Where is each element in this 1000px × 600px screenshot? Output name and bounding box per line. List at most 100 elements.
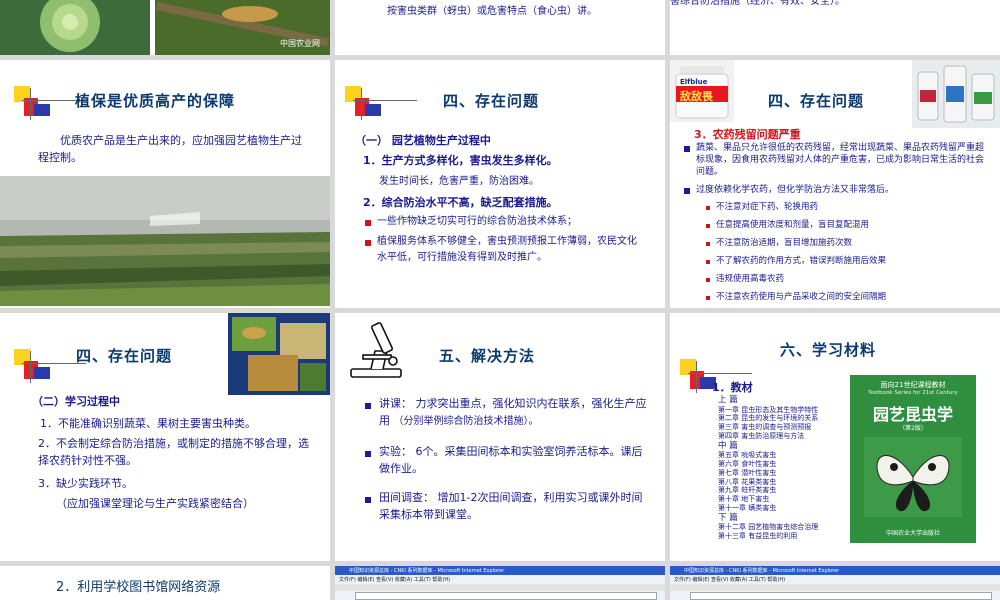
pesticide-heading: 3．农药残留问题严重: [694, 126, 801, 143]
browser-title: 中国知识资源总库 - CNKI 系列数据库 - Microsoft Intern…: [684, 567, 839, 574]
materials-subtitle: 1．教材: [712, 379, 753, 396]
slide-top-middle: 按害虫类群（蚜虫）或危害特点（食心虫）讲。: [335, 0, 665, 55]
slide-body: 优质农产品是生产出来的，应加强园艺植物生产过程控制。: [38, 132, 308, 166]
solution-2-text: 6个。采集田间标本和实验室饲养活标本。课后做作业。: [379, 445, 643, 475]
bullet-marker: [365, 451, 371, 457]
browser-screenshot-1[interactable]: 中国知识资源总库 - CNKI 系列数据库 - Microsoft Intern…: [335, 566, 665, 600]
chapter-8: 第八章 花果类害虫: [718, 478, 848, 487]
bullet-marker: [706, 278, 710, 282]
chapter-3: 第三章 害虫的调查与预测预报: [718, 423, 848, 432]
pesticide-sub-6: 不注意农药使用与产品采收之间的安全间隔期: [716, 292, 886, 303]
learning-item-2: 2．不会制定综合防治措施，或制定的措施不够合理，选择农药针对性不强。: [38, 435, 318, 469]
product-brand: Elfblue: [680, 78, 707, 86]
chapter-11: 第十一章 螨类害虫: [718, 504, 848, 513]
bullet-marker: [365, 497, 371, 503]
browser-toolbar: [670, 584, 1000, 591]
pesticide-sub-1: 不注意对症下药、轮换用药: [716, 202, 818, 213]
slide-problems-1[interactable]: 四、存在问题 （一） 园艺植物生产过程中 1．生产方式多样化，害虫发生多样化。 …: [335, 60, 665, 308]
solution-2: 实验： 6个。采集田间标本和实验室饲养活标本。课后做作业。: [379, 443, 649, 477]
microscope-icon: [341, 317, 413, 383]
chapter-6: 第六章 食叶性害虫: [718, 460, 848, 469]
part-2-name: 中 篇: [718, 441, 848, 452]
slide-title: 四、存在问题: [768, 90, 864, 111]
chapter-2: 第二章 昆虫的发生与环境的关系: [718, 414, 848, 423]
cabbage-photo: [0, 0, 150, 55]
slide-problems-pesticide[interactable]: Elfblue 敌敌畏 四、存在问题 3．农药残留问题严重 蔬菜、果品只允许很低…: [670, 60, 1000, 308]
bullet-marker: [706, 206, 710, 210]
slide-title: 植保是优质高产的保障: [75, 90, 235, 111]
field-photo: [0, 176, 330, 306]
bullet-marker: [706, 224, 710, 228]
part-1-name: 上 篇: [718, 395, 848, 406]
solution-1: 讲课： 力求突出重点，强化知识内在联系，强化生产应用 （分别举例综合防治技术措施…: [379, 395, 651, 430]
section-heading: （一） 园艺植物生产过程中: [355, 132, 491, 149]
bullet-marker: [706, 260, 710, 264]
deco-squares: [14, 86, 50, 122]
deco-squares: [14, 349, 50, 385]
bullet-marker: [365, 240, 371, 246]
top-middle-text: 按害虫类群（蚜虫）或危害特点（食心虫）讲。: [387, 4, 597, 20]
browser-address-bar[interactable]: [690, 592, 992, 600]
textbook-title: 园艺昆虫学: [850, 401, 976, 425]
bullet-marker: [684, 146, 690, 152]
learning-item-3: 3．缺少实践环节。: [38, 475, 133, 492]
browser-title: 中国知识资源总库 - CNKI 系列数据库 - Microsoft Intern…: [349, 567, 504, 574]
pesticide-paragraph-2: 过度依赖化学农药，但化学防治方法又非常落后。: [696, 184, 986, 196]
textbook-series-en: Textbook Series for 21st Century: [850, 390, 976, 396]
item-2-point-a: 一些作物缺乏切实可行的综合防治技术体系；: [377, 214, 647, 230]
product-label: 敌敌畏: [680, 88, 713, 104]
butterfly-image: [864, 437, 962, 517]
chapter-12: 第十二章 园艺植物害虫综合治理: [718, 523, 848, 532]
chapter-7: 第七章 潜叶性害虫: [718, 469, 848, 478]
bullet-marker: [365, 403, 371, 409]
solution-3-label: 田间调查：: [379, 491, 434, 504]
browser-address-bar[interactable]: [355, 592, 657, 600]
browser-toolbar: [335, 584, 665, 591]
watermark: 中国农业网: [280, 38, 320, 49]
bullet-marker: [684, 188, 690, 194]
browser-menubar: 文件(F) 编辑(E) 查看(V) 收藏(A) 工具(T) 帮助(H): [674, 576, 785, 583]
slide-solutions[interactable]: 五、解决方法 讲课： 力求突出重点，强化知识内在联系，强化生产应用 （分别举例综…: [335, 313, 665, 561]
learning-note: （应加强课堂理论与生产实践紧密结合）: [56, 495, 254, 512]
pesticide-sub-3: 不注意防治适期，盲目增加施药次数: [716, 238, 852, 249]
slide-study-materials[interactable]: 六、学习材料 1．教材 上 篇 第一章 昆虫形态及其生物学特性 第二章 昆虫的发…: [670, 313, 1000, 561]
bullet-marker: [365, 220, 371, 226]
item-1-detail: 发生时间长，危害严重，防治困难。: [379, 174, 539, 190]
pesticide-paragraph-1: 蔬菜、果品只允许很低的农药残留，经常出现蔬菜、果品农药残留严重超标现象，因食用农…: [696, 142, 986, 178]
top-right-text: 害综合防治措施（经济、有效、安全）。: [670, 0, 845, 10]
pesticide-sub-4: 不了解农药的作用方式，错误判断施用后效果: [716, 256, 886, 267]
part-3-name: 下 篇: [718, 513, 848, 524]
slide-title: 四、存在问题: [443, 90, 539, 111]
solution-2-label: 实验：: [379, 445, 412, 458]
slide-quality-assurance[interactable]: 植保是优质高产的保障 优质农产品是生产出来的，应加强园艺植物生产过程控制。: [0, 60, 330, 308]
textbook-series: 面向21世纪课程教材: [850, 380, 976, 390]
solution-3: 田间调查： 增加1-2次田间调查，利用实习或课外时间采集标本带到课堂。: [379, 489, 649, 523]
slide-title: 2．利用学校图书馆网络资源: [56, 578, 220, 598]
textbook-edition: （第2版）: [850, 423, 976, 432]
slide-problems-learning[interactable]: 四、存在问题 （二）学习过程中 1．不能准确识别蔬菜、果树主要害虫种类。 2．不…: [0, 313, 330, 561]
item-2: 2．综合防治水平不高，缺乏配套措施。: [363, 194, 558, 211]
chapter-9: 第九章 蛀杆类害虫: [718, 486, 848, 495]
deco-squares: [680, 359, 716, 395]
solution-1-note: （分别举例综合防治技术措施）。: [394, 416, 539, 427]
textbook-publisher: 中国农业大学出版社: [850, 528, 976, 537]
deco-squares: [345, 86, 381, 122]
slide-top-right: 害综合防治措施（经济、有效、安全）。: [670, 0, 1000, 55]
textbook-cover: 面向21世纪课程教材 Textbook Series for 21st Cent…: [850, 375, 976, 543]
learning-item-1: 1．不能准确识别蔬菜、果树主要害虫种类。: [40, 415, 256, 432]
slide-library-resources[interactable]: 2．利用学校图书馆网络资源: [0, 566, 330, 600]
slide-top-left: 中国农业网: [0, 0, 330, 55]
table-of-contents: 上 篇 第一章 昆虫形态及其生物学特性 第二章 昆虫的发生与环境的关系 第三章 …: [718, 395, 848, 541]
section-heading: （二）学习过程中: [32, 393, 120, 410]
chapter-4: 第四章 害虫防治原理与方法: [718, 432, 848, 441]
pesticide-bottles-photo: [912, 60, 1000, 128]
browser-screenshot-2[interactable]: 中国知识资源总库 - CNKI 系列数据库 - Microsoft Intern…: [670, 566, 1000, 600]
browser-menubar: 文件(F) 编辑(E) 查看(V) 收藏(A) 工具(T) 帮助(H): [339, 576, 450, 583]
bullet-marker: [706, 296, 710, 300]
insect-collage-image: [228, 313, 330, 395]
chapter-13: 第十三章 有益昆虫的利用: [718, 532, 848, 541]
chapter-10: 第十章 地下害虫: [718, 495, 848, 504]
bullet-marker: [706, 242, 710, 246]
slide-title: 六、学习材料: [780, 339, 876, 360]
slide-title: 五、解决方法: [439, 345, 535, 366]
